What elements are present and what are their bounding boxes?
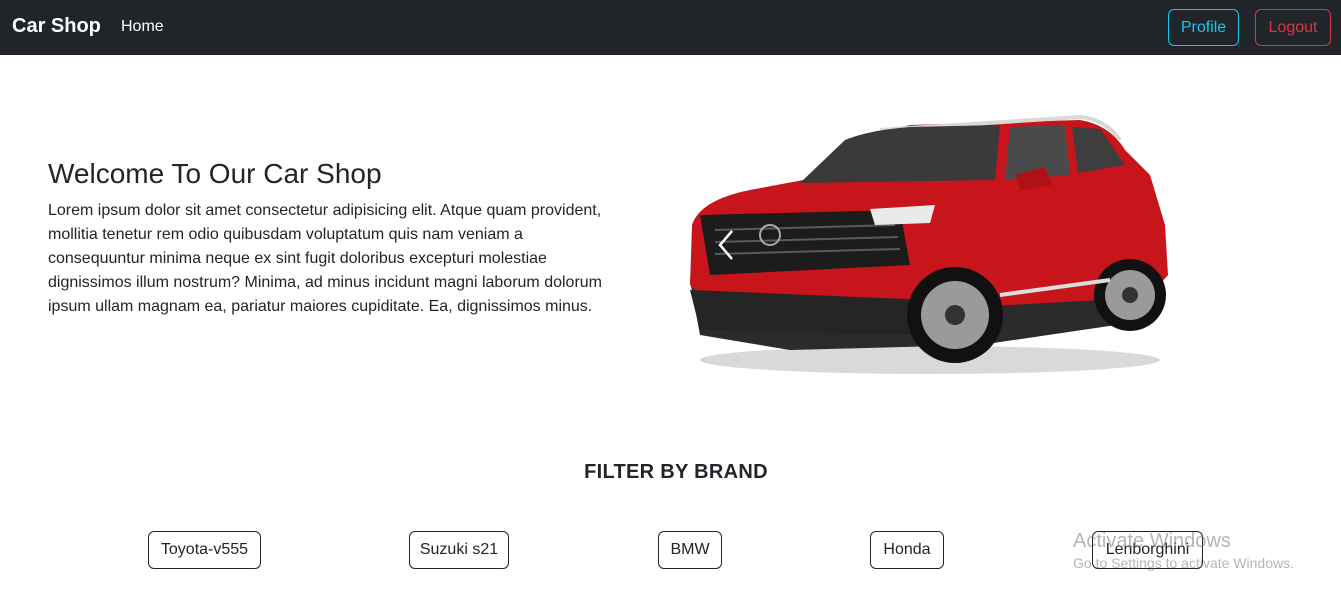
hero-title: Welcome To Our Car Shop: [48, 158, 382, 189]
filter-title: FILTER BY BRAND: [584, 461, 768, 483]
brand-filter-toyota[interactable]: Toyota-v555: [148, 531, 261, 569]
car-image: [690, 114, 1168, 374]
chevron-left-icon: [718, 230, 733, 260]
hero-description: Lorem ipsum dolor sit amet consectetur a…: [48, 202, 602, 315]
nav-link-home[interactable]: Home: [121, 18, 164, 36]
brand-filter-honda[interactable]: Honda: [870, 531, 944, 569]
windows-activation-watermark-subtitle: Go to Settings to activate Windows.: [1073, 555, 1294, 571]
brand-filter-suzuki[interactable]: Suzuki s21: [409, 531, 509, 569]
brand-logo[interactable]: Car Shop: [12, 15, 101, 38]
brand-filter-bmw[interactable]: BMW: [658, 531, 722, 569]
windows-activation-watermark-title: Activate Windows: [1073, 530, 1231, 552]
logout-button[interactable]: Logout: [1255, 9, 1331, 46]
profile-button[interactable]: Profile: [1168, 9, 1239, 46]
carousel-prev-button[interactable]: [706, 225, 746, 265]
car-carousel: [680, 105, 1180, 385]
top-navbar: Car Shop Home Profile Logout: [0, 0, 1341, 55]
